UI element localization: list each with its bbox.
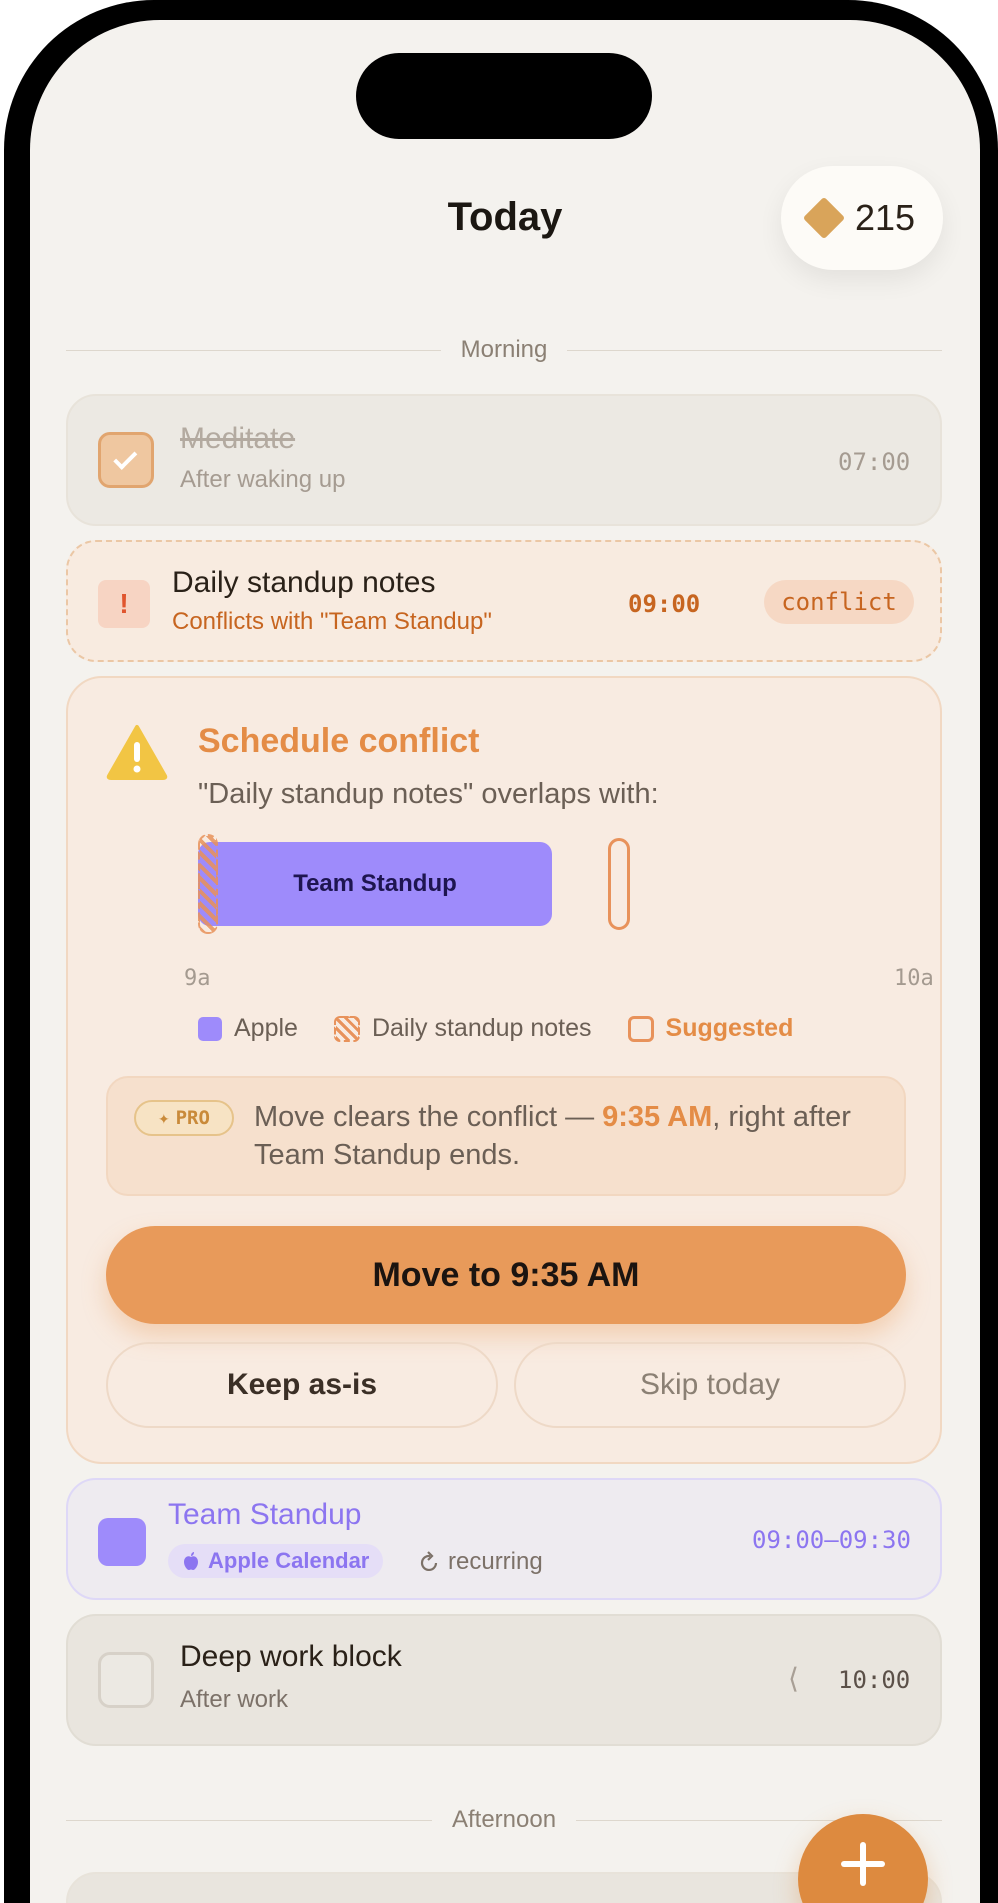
timeline-legend: Apple Daily standup notes Suggested <box>198 1014 813 1043</box>
move-button[interactable]: Move to 9:35 AM <box>106 1226 906 1324</box>
legend-swatch-apple <box>198 1016 222 1041</box>
app-screen: Today 215 Morning Meditate After waking … <box>30 20 980 1903</box>
conflict-panel: Schedule conflict "Daily standup notes" … <box>66 676 942 1464</box>
section-label: Afternoon <box>451 1806 557 1833</box>
pro-badge-label: PRO <box>175 1107 210 1129</box>
section-divider-morning: Morning <box>66 330 942 370</box>
chevron-left-icon[interactable]: ⟨ <box>788 1662 799 1695</box>
task-subtitle: After work <box>180 1686 289 1713</box>
event-title: Team Standup <box>168 1498 362 1531</box>
conflict-badge: conflict <box>764 580 914 624</box>
keep-as-is-button[interactable]: Keep as-is <box>106 1342 498 1428</box>
event-card-team-standup[interactable]: Team Standup Apple Calendar recurring 09… <box>66 1478 942 1600</box>
legend-swatch-suggested <box>627 1015 654 1042</box>
plus-icon <box>841 1842 885 1886</box>
section-label: Morning <box>460 336 548 363</box>
pro-text-highlight: 9:35 AM <box>602 1101 713 1133</box>
task-time: 10:00 <box>838 1666 911 1694</box>
task-card-meditate[interactable]: Meditate After waking up 07:00 <box>66 394 942 526</box>
task-title: Meditate <box>180 422 296 455</box>
task-card-deep-work[interactable]: Deep work block After work ⟨ 10:00 <box>66 1614 942 1746</box>
pro-text-before: Move clears the conflict — <box>254 1101 603 1133</box>
task-card-standup-notes[interactable]: ! Daily standup notes Conflicts with "Te… <box>66 540 942 662</box>
calendar-source-label: Apple Calendar <box>208 1548 370 1573</box>
apple-icon <box>184 1552 198 1570</box>
timeline-start-tick: 9a <box>184 966 211 991</box>
legend-item-suggested: Suggested <box>627 1014 794 1043</box>
timeline-task-overlap <box>198 834 218 934</box>
task-subtitle: Conflicts with "Team Standup" <box>172 608 492 635</box>
task-title: Deep work block <box>180 1640 402 1673</box>
legend-label: Suggested <box>665 1014 794 1042</box>
pro-badge: ✦ PRO <box>134 1100 234 1136</box>
task-time: 09:00 <box>628 590 701 618</box>
section-divider-afternoon: Afternoon <box>66 1800 943 1840</box>
calendar-source-badge: Apple Calendar <box>168 1544 384 1578</box>
divider-line <box>567 349 942 351</box>
legend-item-task: Daily standup notes <box>333 1014 592 1043</box>
calendar-color-swatch <box>98 1518 146 1566</box>
legend-label: Daily standup notes <box>371 1014 592 1042</box>
sparkle-icon: ✦ <box>158 1107 170 1129</box>
legend-item-apple: Apple <box>198 1014 298 1043</box>
warning-triangle-icon <box>106 725 168 780</box>
event-time-range: 09:00–09:30 <box>752 1526 911 1554</box>
timeline-event-team-standup: Team Standup <box>198 842 552 926</box>
diamond-icon <box>802 196 846 240</box>
refresh-icon <box>420 1551 438 1572</box>
divider-line <box>66 349 441 351</box>
exclamation-icon: ! <box>98 580 150 628</box>
panel-title: Schedule conflict <box>198 722 480 760</box>
pro-suggestion-text: Move clears the conflict — 9:35 AM, righ… <box>254 1098 874 1174</box>
dynamic-island <box>356 53 652 139</box>
recurrence-label: recurring <box>448 1548 543 1575</box>
timeline-end-tick: 10a <box>894 966 934 991</box>
divider-line <box>66 1819 432 1821</box>
task-checkbox-checked[interactable] <box>98 432 154 488</box>
check-icon <box>113 445 138 470</box>
skip-today-button[interactable]: Skip today <box>514 1342 906 1428</box>
timeline-suggested-slot[interactable] <box>608 838 630 930</box>
task-subtitle: After waking up <box>180 466 346 493</box>
task-time: 07:00 <box>838 448 911 476</box>
recurrence-indicator: recurring <box>420 1548 543 1576</box>
gem-counter[interactable]: 215 <box>781 166 943 270</box>
task-title: Daily standup notes <box>172 566 436 599</box>
panel-description: "Daily standup notes" overlaps with: <box>198 778 659 810</box>
legend-swatch-hatched <box>333 1015 360 1042</box>
pro-suggestion: ✦ PRO Move clears the conflict — 9:35 AM… <box>106 1076 906 1196</box>
task-checkbox[interactable] <box>98 1652 154 1708</box>
conflict-timeline: Team Standup <box>198 834 918 948</box>
phone-frame: Today 215 Morning Meditate After waking … <box>4 0 998 1903</box>
gem-count: 215 <box>854 197 916 238</box>
legend-label: Apple <box>234 1014 298 1042</box>
